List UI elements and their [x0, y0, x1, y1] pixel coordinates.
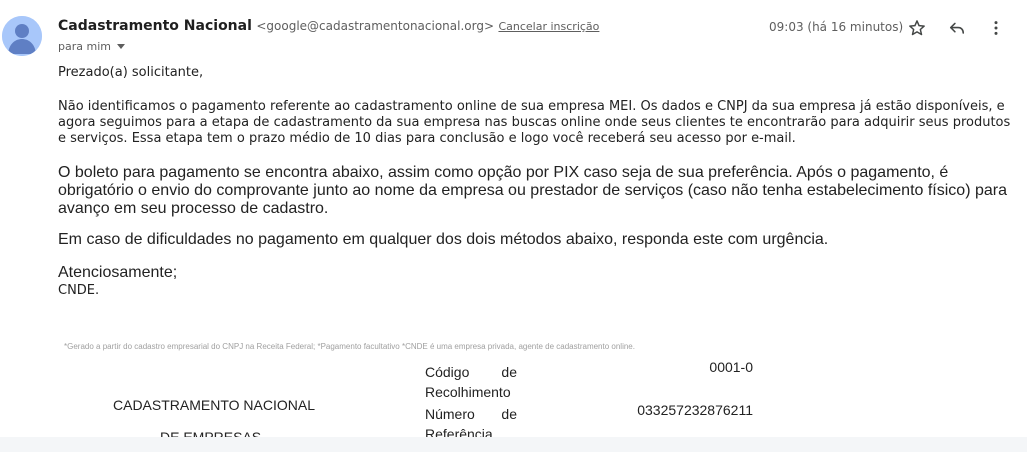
body-paragraph-3: Em caso de dificuldades no pagamento em …: [58, 231, 829, 248]
person-icon: [2, 16, 42, 56]
boleto-field-value-codigo: 0001-0: [709, 359, 753, 375]
bottom-bar: [0, 437, 1027, 452]
signature: CNDE.: [58, 283, 100, 298]
recipient-label: para mim: [58, 40, 111, 53]
field-label-line: Número de: [425, 406, 517, 422]
sender-email: <google@cadastramentonacional.org>: [256, 19, 495, 33]
boleto-company-line-1: CADASTRAMENTO NACIONAL: [113, 397, 315, 413]
email-timestamp: 09:03 (há 16 minutos): [769, 20, 904, 34]
more-options-button[interactable]: [984, 16, 1008, 40]
field-label-line: Recolhimento: [425, 384, 511, 400]
recipient-details-toggle[interactable]: para mim: [58, 40, 125, 53]
boleto-field-value-numero: 033257232876211: [637, 402, 753, 418]
chevron-down-icon: [116, 44, 125, 49]
reply-icon: [949, 22, 965, 34]
field-label-line: Código de: [425, 364, 517, 380]
unsubscribe-link[interactable]: Cancelar inscrição: [498, 20, 599, 33]
greeting: Prezado(a) solicitante,: [58, 65, 204, 80]
sender-avatar[interactable]: [2, 16, 42, 56]
star-button[interactable]: [905, 16, 929, 40]
reply-button[interactable]: [945, 16, 969, 40]
more-vert-icon: [994, 21, 998, 35]
boleto-field-label-codigo: Código de Recolhimento: [425, 362, 517, 402]
body-paragraph-1: Não identificamos o pagamento referente …: [58, 99, 1011, 146]
body-paragraph-2: O boleto para pagamento se encontra abai…: [58, 164, 1007, 217]
star-icon: [909, 20, 925, 36]
sender-name[interactable]: Cadastramento Nacional: [58, 18, 252, 34]
closing: Atenciosamente;: [58, 264, 178, 281]
boleto-footnote: *Gerado a partir do cadastro empresarial…: [64, 342, 635, 351]
sender-line: Cadastramento Nacional <google@cadastram…: [58, 17, 599, 35]
